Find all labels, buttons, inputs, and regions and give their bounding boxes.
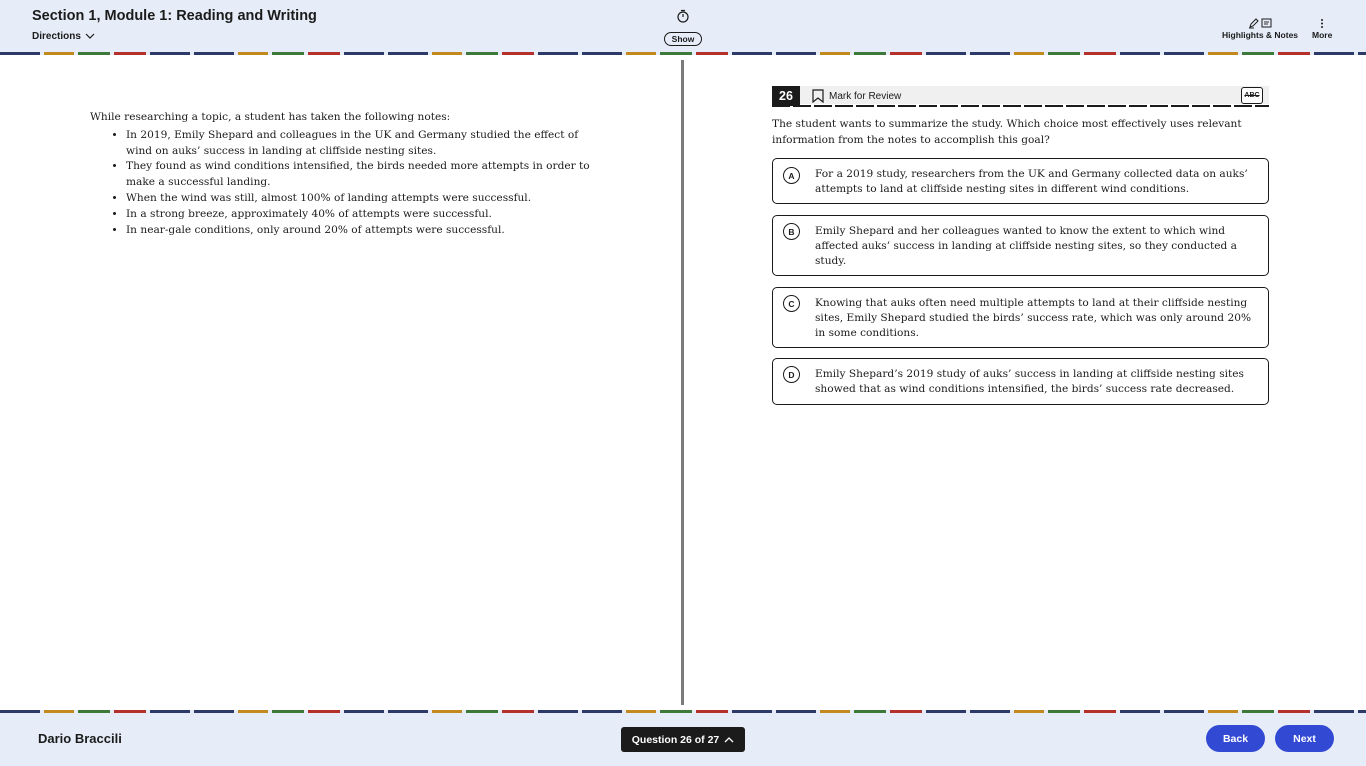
question-number: 26 bbox=[772, 86, 800, 106]
answer-eliminator-button[interactable]: ABC bbox=[1241, 87, 1263, 104]
back-button[interactable]: Back bbox=[1206, 725, 1265, 752]
question-header-bar: 26 Mark for Review ABC bbox=[772, 86, 1269, 107]
pane-divider[interactable] bbox=[681, 60, 684, 705]
passage-intro: While researching a topic, a student has… bbox=[90, 111, 451, 123]
student-name: Dario Braccili bbox=[38, 731, 122, 746]
passage-pane: While researching a topic, a student has… bbox=[90, 110, 600, 238]
list-item: They found as wind conditions intensifie… bbox=[126, 159, 600, 191]
directions-dropdown[interactable]: Directions bbox=[32, 31, 95, 42]
question-navigator-label: Question 26 of 27 bbox=[631, 733, 720, 746]
answer-choice-c[interactable]: C Knowing that auks often need multiple … bbox=[772, 287, 1269, 348]
top-bar: Section 1, Module 1: Reading and Writing… bbox=[0, 0, 1366, 52]
more-button[interactable]: More bbox=[1312, 16, 1332, 40]
note-icon bbox=[1261, 18, 1272, 27]
question-prompt: The student wants to summarize the study… bbox=[772, 118, 1242, 146]
list-item: In a strong breeze, approximately 40% of… bbox=[126, 207, 600, 223]
next-button[interactable]: Next bbox=[1275, 725, 1334, 752]
section-title: Section 1, Module 1: Reading and Writing bbox=[32, 8, 317, 24]
choice-letter-c: C bbox=[783, 295, 800, 312]
choice-text-d: Emily Shepard’s 2019 study of auks’ succ… bbox=[815, 368, 1244, 396]
answer-choice-a[interactable]: A For a 2019 study, researchers from the… bbox=[772, 158, 1269, 204]
bookmark-icon bbox=[812, 89, 824, 103]
list-item: In near-gale conditions, only around 20%… bbox=[126, 223, 600, 239]
choice-letter-d: D bbox=[783, 366, 800, 383]
mark-for-review-label: Mark for Review bbox=[829, 90, 902, 102]
choice-letter-b: B bbox=[783, 223, 800, 240]
more-label: More bbox=[1312, 30, 1333, 40]
list-item: When the wind was still, almost 100% of … bbox=[126, 191, 600, 207]
more-vertical-icon bbox=[1321, 18, 1324, 28]
chevron-down-icon bbox=[85, 33, 95, 39]
pen-icon bbox=[1249, 17, 1259, 28]
directions-label: Directions bbox=[32, 31, 81, 42]
question-navigator-button[interactable]: Question 26 of 27 bbox=[621, 727, 745, 752]
bottom-bar: Dario Braccili Question 26 of 27 Back Ne… bbox=[0, 713, 1366, 766]
mark-for-review-toggle[interactable]: Mark for Review bbox=[812, 89, 901, 103]
chevron-up-icon bbox=[724, 737, 734, 743]
highlights-notes-label: Highlights & Notes bbox=[1222, 30, 1299, 40]
list-item: In 2019, Emily Shepard and colleagues in… bbox=[126, 128, 600, 160]
answer-choice-d[interactable]: D Emily Shepard’s 2019 study of auks’ su… bbox=[772, 358, 1269, 405]
choice-text-a: For a 2019 study, researchers from the U… bbox=[815, 168, 1248, 196]
header-divider-stripe bbox=[0, 52, 1366, 55]
notes-list: In 2019, Emily Shepard and colleagues in… bbox=[90, 128, 600, 239]
show-timer-button[interactable]: Show bbox=[664, 32, 702, 46]
choice-text-b: Emily Shepard and her colleagues wanted … bbox=[815, 225, 1237, 268]
question-header-rule bbox=[772, 105, 1269, 107]
choice-text-c: Knowing that auks often need multiple at… bbox=[815, 297, 1252, 340]
answer-choice-b[interactable]: B Emily Shepard and her colleagues wante… bbox=[772, 215, 1269, 276]
stopwatch-icon bbox=[677, 9, 689, 23]
choice-letter-a: A bbox=[783, 167, 800, 184]
highlights-notes-button[interactable]: Highlights & Notes bbox=[1222, 16, 1298, 40]
